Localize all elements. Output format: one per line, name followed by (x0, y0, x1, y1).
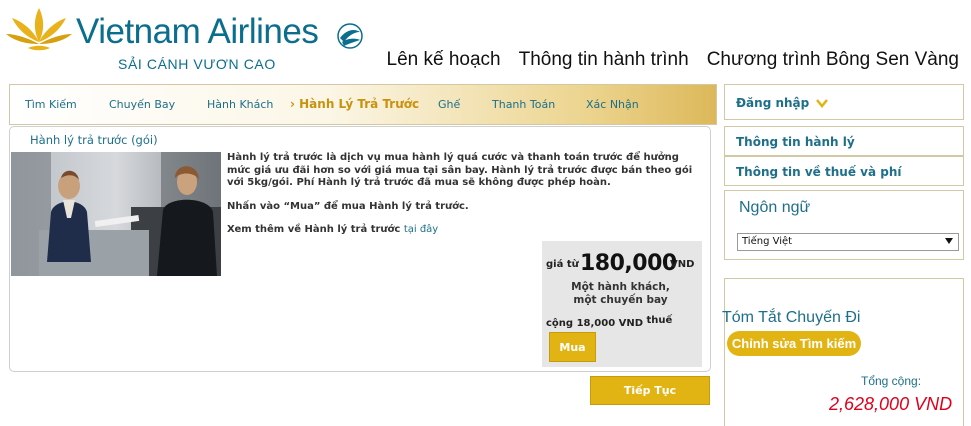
brand-slogan: SẢI CÁNH VƯƠN CAO (118, 56, 276, 72)
chevron-down-icon[interactable] (816, 98, 828, 108)
step-prepaid-baggage[interactable]: › Hành Lý Trả Trước (290, 97, 419, 111)
check-in-counter-photo (11, 152, 221, 276)
language-title: Ngôn ngữ (739, 199, 811, 216)
booking-steps-bar: Tìm Kiếm Chuyến Bay Hành Khách › Hành Lý… (9, 84, 717, 125)
nav-lotusmiles[interactable]: Chương trình Bông Sen Vàng (707, 49, 959, 71)
more-info-link[interactable]: tại đây (404, 224, 438, 235)
panel-title: Hành lý trả trước (gói) (30, 133, 158, 147)
nav-itinerary-info[interactable]: Thông tin hành trình (519, 49, 689, 71)
price-note: Một hành khách, một chuyến bay (571, 281, 670, 306)
baggage-info-panel: Thông tin hành lý (724, 126, 964, 156)
service-description: Hành lý trả trước là dịch vụ mua hành lý… (227, 152, 705, 248)
dropdown-arrow-icon (945, 238, 953, 244)
language-select[interactable]: Tiếng Việt (737, 233, 959, 251)
lotus-logo-icon (6, 8, 72, 51)
login-link[interactable]: Đăng nhập (736, 96, 809, 110)
language-selected-value: Tiếng Việt (742, 236, 793, 247)
step-passengers[interactable]: Hành Khách (207, 98, 273, 111)
brand-name: Vietnam Airlines (76, 12, 319, 51)
step-flights[interactable]: Chuyến Bay (109, 98, 175, 111)
price-from-label: giá từ (546, 259, 579, 270)
step-search[interactable]: Tìm Kiếm (25, 98, 77, 111)
step-seats[interactable]: Ghế (438, 98, 460, 111)
price-amount: 180,000 (580, 251, 677, 276)
price-currency: VND (670, 259, 695, 270)
total-value: 2,628,000 VND (829, 394, 953, 414)
step-payment[interactable]: Thanh Toán (492, 98, 555, 111)
language-panel: Ngôn ngữ Tiếng Việt (724, 190, 964, 260)
tax-fee-info-panel: Thông tin về thuế và phí (724, 156, 964, 186)
baggage-info-link[interactable]: Thông tin hành lý (736, 135, 855, 149)
nav-plan[interactable]: Lên kế hoạch (387, 49, 501, 71)
tax-suffix: thuế (646, 315, 673, 326)
step-confirmation[interactable]: Xác Nhận (586, 98, 639, 111)
skyteam-logo-icon (337, 23, 363, 49)
step-prepaid-baggage-label: Hành Lý Trả Trước (299, 97, 420, 111)
more-info-text: Xem thêm về Hành lý trả trước (227, 224, 401, 235)
prepaid-baggage-panel: Hành lý trả trước (gói) Hành lý trả trướ… (9, 126, 711, 372)
total-label: Tổng cộng: (861, 374, 922, 388)
tax-amount: 18,000 VND (576, 318, 644, 329)
main-navigation: Lên kế hoạch Thông tin hành trình Chương… (387, 49, 959, 71)
price-box: giá từ 180,000 VND Một hành khách, một c… (542, 241, 702, 367)
tax-line: cộng 18,000 VND thuế (546, 315, 672, 329)
edit-search-button[interactable]: Chỉnh sửa Tìm kiếm (727, 331, 861, 356)
active-step-chevron-icon: › (290, 97, 295, 111)
trip-summary-title: Tóm Tắt Chuyến Đi (722, 309, 861, 326)
buy-button[interactable]: Mua (549, 332, 596, 362)
continue-button[interactable]: Tiếp Tục (590, 376, 710, 405)
tax-prefix: cộng (546, 318, 574, 329)
tax-fee-info-link[interactable]: Thông tin về thuế và phí (736, 165, 901, 179)
buy-instruction: Nhấn vào “Mua” để mua Hành lý trả trước. (227, 200, 469, 212)
login-panel: Đăng nhập (724, 84, 964, 120)
trip-summary-panel: Tóm Tắt Chuyến Đi Chỉnh sửa Tìm kiếm Tổn… (722, 278, 964, 426)
description-paragraph: Hành lý trả trước là dịch vụ mua hành lý… (227, 152, 693, 188)
